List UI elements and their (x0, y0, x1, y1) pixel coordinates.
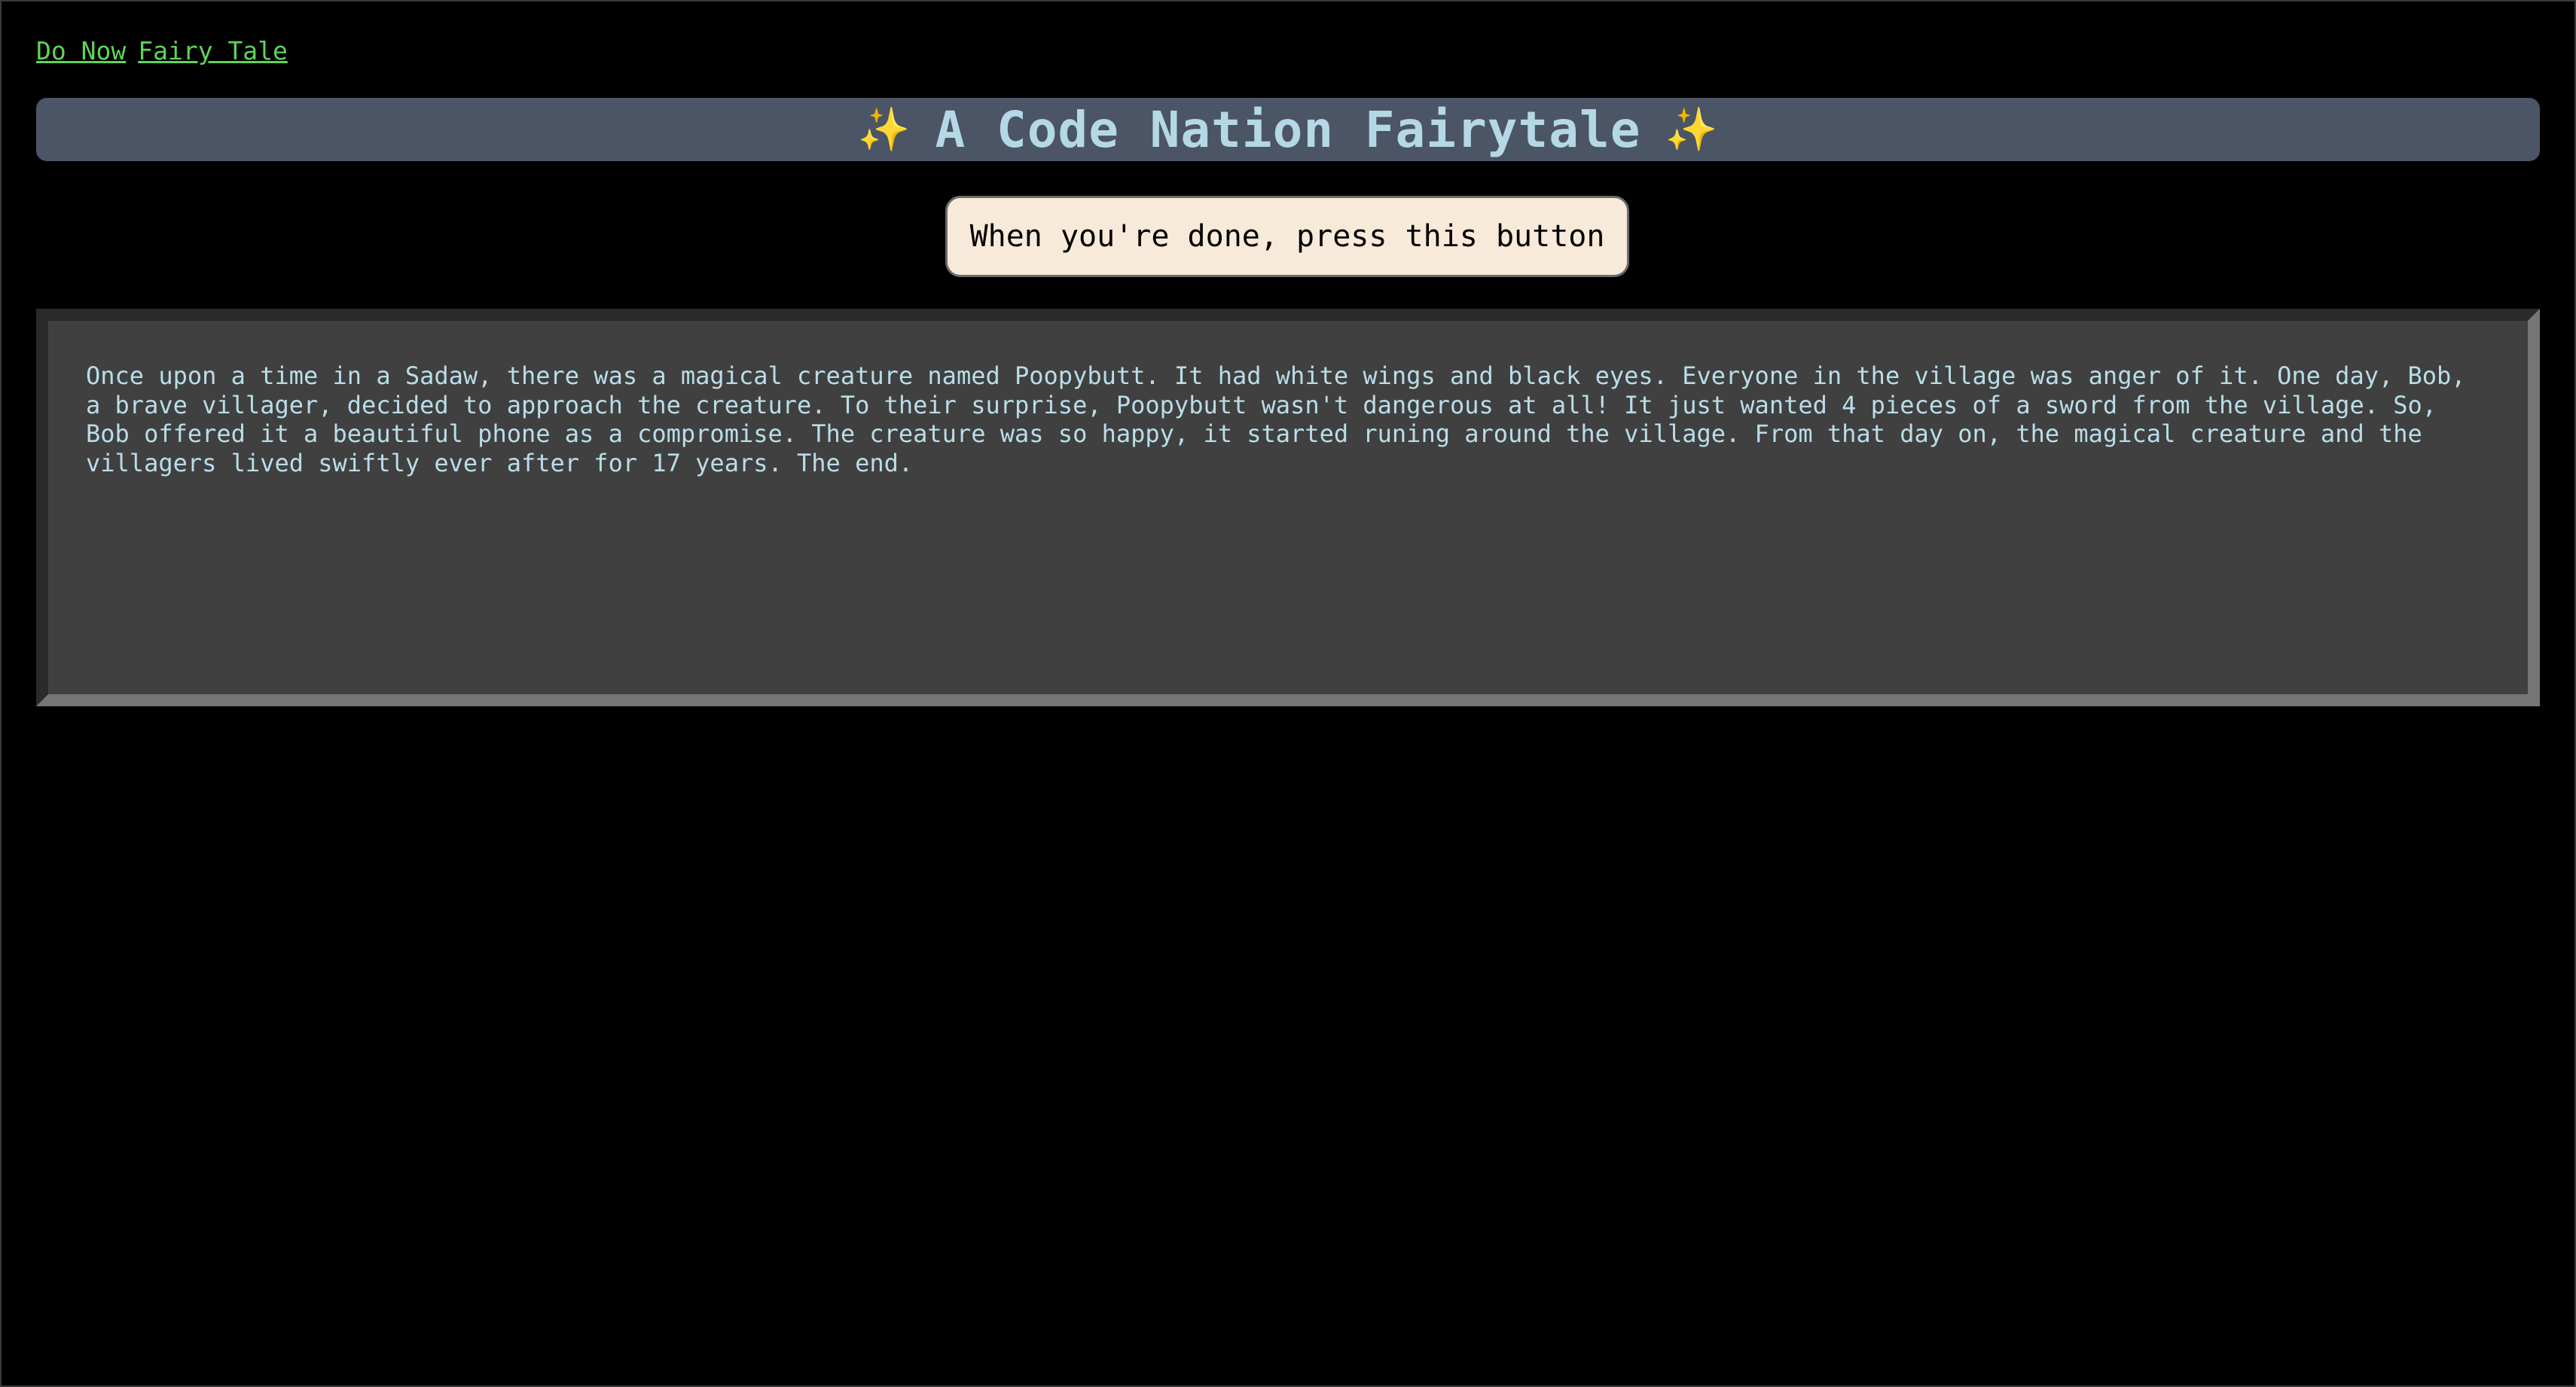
top-nav: Do Now Fairy Tale (36, 35, 300, 68)
title-bar: ✨ A Code Nation Fairytale ✨ (36, 98, 2540, 161)
done-button[interactable]: When you're done, press this button (945, 196, 1629, 277)
nav-link-fairy-tale[interactable]: Fairy Tale (138, 36, 288, 66)
nav-link-do-now[interactable]: Do Now (36, 36, 126, 66)
page-title-text: A Code Nation Fairytale (935, 100, 1641, 159)
sparkles-icon: ✨ (1665, 105, 1719, 154)
story-textarea[interactable]: Once upon a time in a Sadaw, there was a… (36, 309, 2540, 706)
page-title: ✨ A Code Nation Fairytale ✨ (858, 101, 1718, 159)
sparkles-icon: ✨ (857, 105, 911, 154)
